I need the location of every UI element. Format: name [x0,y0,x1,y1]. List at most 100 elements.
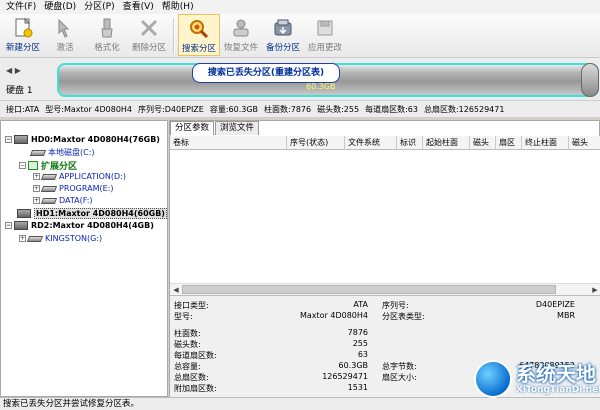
tree-partition-g[interactable]: + KINGSTON(G:) [19,234,102,243]
prop-interface-label: 接口类型: [174,301,209,310]
col-end-cylinder[interactable]: 终止柱面 [522,136,569,150]
expand-icon[interactable]: + [19,235,26,242]
col-flag[interactable]: 标识 [397,136,423,150]
menu-partition[interactable]: 分区(P) [80,0,118,14]
tooltip: 搜索已丢失分区(重建分区表) [192,63,340,83]
col-file-system[interactable]: 文件系统 [345,136,397,150]
tree-disk-rd2[interactable]: − RD2:Maxtor 4D080H4(4GB) [5,221,154,230]
menu-help[interactable]: 帮助(H) [158,0,198,14]
menu-disk[interactable]: 硬盘(D) [40,0,80,14]
new-partition-icon [15,17,33,38]
collapse-icon[interactable]: − [5,136,12,143]
info-model: 型号:Maxtor 4D080H4 [45,104,133,114]
menu-bar: 文件(F) 硬盘(D) 分区(P) 查看(V) 帮助(H) [0,0,600,14]
info-capacity: 容量:60.3GB [209,104,259,114]
prop-extra-sectors-label: 附加扇区数: [174,384,217,393]
tree-partition-f[interactable]: + DATA(F:) [33,196,93,205]
scroll-thumb[interactable] [182,285,556,294]
delete-partition-icon [140,19,158,37]
activate-icon [58,18,70,38]
harddisk-icon [14,135,28,144]
col-start-head[interactable]: 磁头 [470,136,496,150]
prop-spt-value: 63 [357,350,368,359]
toolbar: 新建分区 激活 格式化 删除分区 搜索分区 恢复文件 备份分区 应用更改 [0,14,600,58]
prop-serial-value: D40EPIZE [535,300,575,309]
search-partition-button[interactable]: 搜索分区 [178,14,220,56]
expand-icon[interactable]: + [33,197,40,204]
tab-bar: 分区参数 浏览文件 [170,121,260,135]
scroll-left-icon[interactable]: ◀ [170,285,182,295]
backup-partition-icon [274,19,292,36]
prop-total-sectors-value: 126529471 [322,372,368,381]
tree-disk-hd1[interactable]: HD1:Maxtor 4D080H4(60GB) [17,208,167,219]
partition-icon [29,149,47,156]
partition-icon [40,197,58,204]
prop-cylinders-label: 柱面数: [174,329,201,338]
disk-info-line: 接口:ATA 型号:Maxtor 4D080H4 序列号:D40EPIZE 容量… [0,100,600,118]
col-start-cylinder[interactable]: 起始柱面 [423,136,470,150]
activate-button[interactable]: 激活 [44,14,86,56]
tree-partition-d[interactable]: + APPLICATION(D:) [33,172,126,181]
info-heads: 磁头数:255 [317,104,360,114]
backup-partition-button[interactable]: 备份分区 [262,14,304,56]
tree-partition-e[interactable]: + PROGRAM(E:) [33,184,113,193]
collapse-icon[interactable]: − [19,162,26,169]
format-icon [101,18,113,38]
collapse-icon[interactable]: − [5,222,12,229]
prop-pt-type-value: MBR [557,311,575,320]
disk-size-label: 60.3GB [306,82,336,91]
toolbar-separator [173,18,175,54]
harddisk-icon [14,221,28,230]
prop-model-value: Maxtor 4D080H4 [299,311,368,320]
disk-label: 硬盘 1 [6,86,33,96]
info-serial: 序列号:D40EPIZE [138,104,204,114]
recover-files-icon [233,19,249,37]
apply-changes-icon [317,20,333,36]
col-end-head[interactable]: 磁头 [569,136,600,150]
expand-icon[interactable]: + [33,173,40,180]
partition-icon [26,235,44,242]
delete-partition-button[interactable]: 删除分区 [128,14,170,56]
partition-icon [40,173,58,180]
prop-cylinders-value: 7876 [347,328,368,337]
prop-heads-label: 磁头数: [174,340,201,349]
info-cylinders: 柱面数:7876 [264,104,312,114]
format-button[interactable]: 格式化 [86,14,128,56]
watermark-url: XiTongTianDi.net [516,385,600,395]
col-start-sector[interactable]: 扇区 [496,136,522,150]
partition-table-body[interactable] [170,150,600,283]
partition-table-header: 卷标 序号(状态) 文件系统 标识 起始柱面 磁头 扇区 终止柱面 磁头 [170,136,600,150]
col-index-status[interactable]: 序号(状态) [287,136,345,150]
apply-changes-button[interactable]: 应用更改 [304,14,346,56]
menu-file[interactable]: 文件(F) [2,0,40,14]
prop-interface-value: ATA [353,300,368,309]
expand-icon[interactable]: + [33,185,40,192]
prop-serial-label: 序列号: [382,301,409,310]
prop-extra-sectors-value: 1531 [347,383,368,392]
prop-capacity-value: 60.3GB [338,361,369,370]
new-partition-button[interactable]: 新建分区 [2,14,44,56]
tab-browse-files[interactable]: 浏览文件 [215,121,260,135]
watermark-logo: 系统天地 XiTongTianDi.net [468,352,600,402]
watermark-brand: 系统天地 [516,362,596,386]
tree-extended-partition[interactable]: − 扩展分区 [19,159,77,172]
col-volume-label[interactable]: 卷标 [170,136,287,150]
prop-total-sectors-label: 总扇区数: [174,373,209,382]
tree-partition-c[interactable]: 本地磁盘(C:) [29,147,95,158]
info-sectors-per-track: 每道扇区数:63 [365,104,418,114]
prop-pt-type-label: 分区表类型: [382,312,425,321]
globe-icon [474,360,512,398]
prop-heads-value: 255 [352,339,368,348]
scroll-right-icon[interactable]: ▶ [589,285,600,295]
prop-total-bytes-label: 总字节数: [382,362,417,371]
tab-partition-params[interactable]: 分区参数 [170,121,215,135]
search-partition-icon [190,20,209,39]
menu-view[interactable]: 查看(V) [119,0,158,14]
disk-nav-arrows[interactable]: ◀ ▶ [6,66,21,75]
horizontal-scrollbar[interactable]: ◀ ▶ [170,283,600,295]
info-total-sectors: 总扇区数:126529471 [423,104,505,114]
recover-files-button[interactable]: 恢复文件 [220,14,262,56]
disk-cylinder-cap [581,63,599,97]
tree-disk-hd0[interactable]: − HD0:Maxtor 4D080H4(76GB) [5,135,160,144]
prop-sector-size-label: 扇区大小: [382,373,417,382]
